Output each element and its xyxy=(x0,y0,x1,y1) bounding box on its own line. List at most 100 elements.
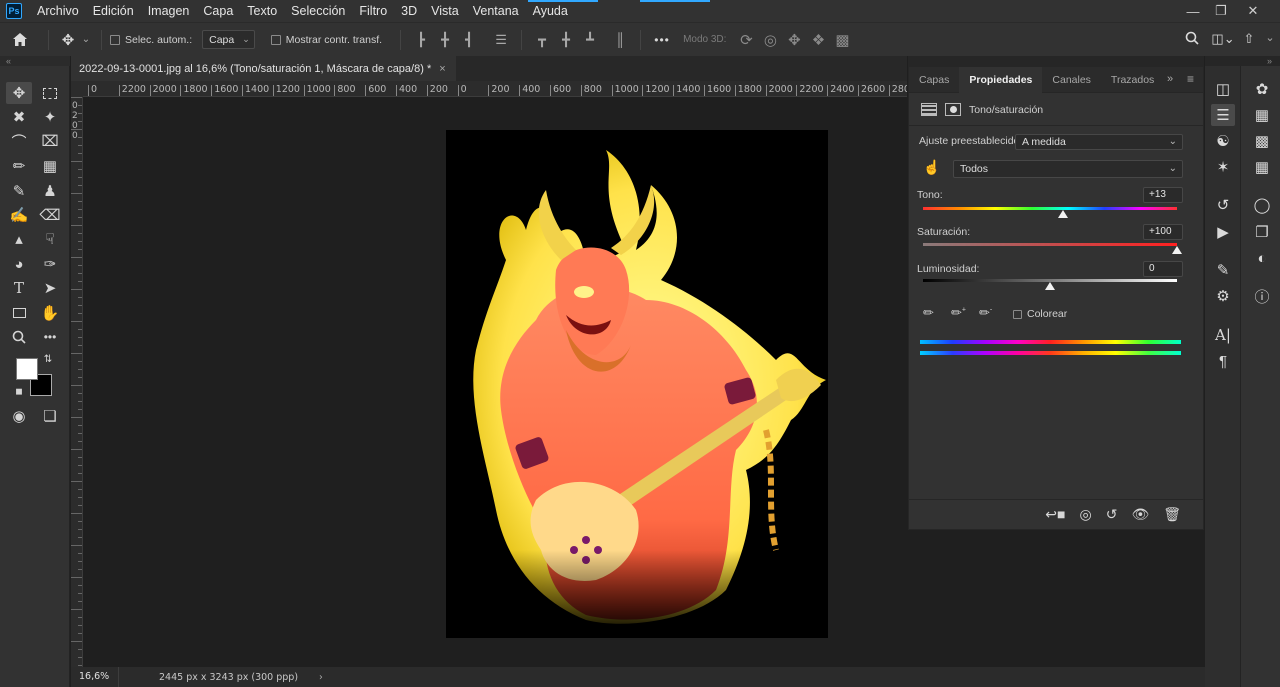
trash-icon[interactable]: 🗑 xyxy=(1163,506,1181,523)
slide-3d-icon[interactable]: ❖ xyxy=(806,31,830,49)
adjust-icon[interactable]: ◐ xyxy=(1250,247,1274,269)
info-icon[interactable]: ⓘ xyxy=(1250,285,1274,307)
paragraph-icon[interactable]: ¶ xyxy=(1211,350,1235,372)
actions-icon[interactable]: ▶ xyxy=(1211,221,1235,243)
menu-capa[interactable]: Capa xyxy=(196,0,240,22)
orbit-3d-icon[interactable]: ⟳ xyxy=(734,31,758,49)
scale-3d-icon[interactable]: ▩ xyxy=(830,31,854,49)
reset-icon[interactable]: ↺ xyxy=(1106,506,1118,523)
frame-tool-icon[interactable]: ⌧ xyxy=(37,130,63,152)
document-tab[interactable]: 2022-09-13-0001.jpg al 16,6% (Tono/satur… xyxy=(71,56,456,81)
marquee-tool-icon[interactable] xyxy=(37,82,63,104)
clone-stamp-icon[interactable]: ♟ xyxy=(37,180,63,202)
history-icon[interactable]: ↺ xyxy=(1211,194,1235,216)
character-icon[interactable]: A| xyxy=(1211,324,1235,346)
screen-mode-icon[interactable]: ❏ xyxy=(37,405,63,427)
eyedropper-tool-icon[interactable]: ✏ xyxy=(6,155,32,177)
menu-texto[interactable]: Texto xyxy=(240,0,284,22)
menu-filtro[interactable]: Filtro xyxy=(352,0,394,22)
pan-3d-icon[interactable]: ✥ xyxy=(782,31,806,49)
share-icon[interactable]: ⇧ xyxy=(1242,31,1256,47)
learn-icon[interactable]: ◯ xyxy=(1250,194,1274,216)
minimize-icon[interactable]: — xyxy=(1178,0,1208,22)
saturation-value-input[interactable]: +100 xyxy=(1143,224,1183,240)
path-selection-icon[interactable]: ➤ xyxy=(37,277,63,299)
menu-edicion[interactable]: Edición xyxy=(86,0,141,22)
channels-icon[interactable]: ☯ xyxy=(1211,130,1235,152)
hue-saturation-layer-icon[interactable] xyxy=(921,103,937,116)
panel-expand-icon[interactable]: » xyxy=(1167,73,1173,85)
home-icon[interactable] xyxy=(0,32,40,47)
panel-menu-icon[interactable]: ≡ xyxy=(1187,72,1194,86)
close-window-icon[interactable]: ✕ xyxy=(1238,0,1268,22)
roll-3d-icon[interactable]: ◎ xyxy=(758,31,782,49)
status-menu-arrow-icon[interactable]: › xyxy=(319,672,323,683)
align-center-h-icon[interactable]: ╋ xyxy=(437,32,453,47)
view-previous-icon[interactable]: ◎ xyxy=(1079,506,1091,523)
properties-icon[interactable]: ☰ xyxy=(1211,104,1235,126)
eraser-tool-icon[interactable]: ⌫ xyxy=(37,204,63,226)
checkbox-icon[interactable] xyxy=(1013,309,1022,319)
paths-icon[interactable]: ✶ xyxy=(1211,156,1235,178)
brush-tool-icon[interactable]: ✎ xyxy=(6,180,32,202)
toggle-visibility-icon[interactable]: 👁 xyxy=(1131,506,1149,523)
targeted-adjustment-hand-icon[interactable]: ☝ xyxy=(923,159,940,176)
lightness-slider-thumb[interactable] xyxy=(1045,282,1055,290)
menu-imagen[interactable]: Imagen xyxy=(141,0,197,22)
colorize-checkbox[interactable]: Colorear xyxy=(1013,308,1067,320)
eyedropper-add-icon[interactable]: ✏+ xyxy=(951,305,966,321)
pen-tool-icon[interactable]: ✑ xyxy=(37,253,63,275)
workspace-icon[interactable]: ◫⌄ xyxy=(1210,31,1236,47)
rectangle-tool-icon[interactable] xyxy=(6,302,32,324)
clip-to-layer-icon[interactable]: ↩■ xyxy=(1045,506,1065,523)
zoom-tool-icon[interactable] xyxy=(6,326,32,348)
menu-seleccion[interactable]: Selección xyxy=(284,0,352,22)
lightness-value-input[interactable]: 0 xyxy=(1143,261,1183,277)
close-document-icon[interactable]: × xyxy=(439,63,445,75)
layers-icon[interactable]: ◫ xyxy=(1211,78,1235,100)
swatches-icon[interactable]: ▦ xyxy=(1250,104,1274,126)
hue-slider-track[interactable] xyxy=(923,207,1177,210)
align-right-icon[interactable]: ┫ xyxy=(461,32,477,47)
collapse-icon[interactable]: ⌄ xyxy=(1260,31,1280,44)
edit-toolbar-icon[interactable]: ••• xyxy=(37,326,63,348)
move-tool-preset-icon[interactable]: ✥ xyxy=(57,31,79,49)
distribute-v-icon[interactable]: ║ xyxy=(612,32,628,47)
chevron-down-icon[interactable]: ⌄ xyxy=(79,34,93,45)
auto-select-target-dropdown[interactable]: Capa ⌄ xyxy=(202,30,255,49)
crop-tool-icon[interactable]: ⌒ xyxy=(6,130,32,152)
patterns-icon[interactable]: ▦ xyxy=(1250,156,1274,178)
quick-selection-icon[interactable]: ✦ xyxy=(37,106,63,128)
hue-value-input[interactable]: +13 xyxy=(1143,187,1183,203)
libraries-icon[interactable]: ❐ xyxy=(1250,221,1274,243)
swap-colors-icon[interactable]: ⇅ xyxy=(40,352,56,366)
align-left-icon[interactable]: ┣ xyxy=(413,32,429,47)
eyedropper-icon[interactable]: ✏ xyxy=(923,305,934,321)
document-canvas[interactable] xyxy=(446,130,828,638)
move-tool-icon[interactable]: ✥ xyxy=(6,82,32,104)
align-middle-v-icon[interactable]: ╋ xyxy=(558,32,574,47)
dodge-tool-icon[interactable]: ◕ xyxy=(6,253,32,275)
align-top-icon[interactable]: ┳ xyxy=(534,32,550,47)
more-options-icon[interactable]: ••• xyxy=(649,33,675,47)
smudge-tool-icon[interactable]: ☟ xyxy=(37,228,63,250)
auto-select-checkbox[interactable]: Selec. autom.: xyxy=(110,34,192,46)
distribute-icon[interactable]: ☰ xyxy=(493,32,509,47)
tab-canales[interactable]: Canales xyxy=(1042,67,1101,93)
tab-trazados[interactable]: Trazados xyxy=(1101,67,1164,93)
menu-ventana[interactable]: Ventana xyxy=(466,0,526,22)
type-tool-icon[interactable]: T xyxy=(6,277,32,299)
quick-mask-icon[interactable]: ◉ xyxy=(6,405,32,427)
default-colors-icon[interactable]: ◼ xyxy=(12,384,26,398)
dock-collapse-handle[interactable]: » xyxy=(1205,56,1280,66)
checkbox-icon[interactable] xyxy=(270,34,281,45)
color-icon[interactable]: ✿ xyxy=(1250,78,1274,100)
channel-dropdown[interactable]: Todos ⌄ xyxy=(953,160,1183,178)
checkbox-icon[interactable] xyxy=(110,34,120,45)
restore-icon[interactable]: ❐ xyxy=(1206,0,1236,22)
tab-propiedades[interactable]: Propiedades xyxy=(959,66,1043,93)
spot-healing-icon[interactable]: ▦ xyxy=(37,155,63,177)
preset-dropdown[interactable]: A medida ⌄ xyxy=(1015,134,1183,150)
tab-capas[interactable]: Capas xyxy=(909,67,959,93)
hue-slider-thumb[interactable] xyxy=(1057,210,1068,218)
